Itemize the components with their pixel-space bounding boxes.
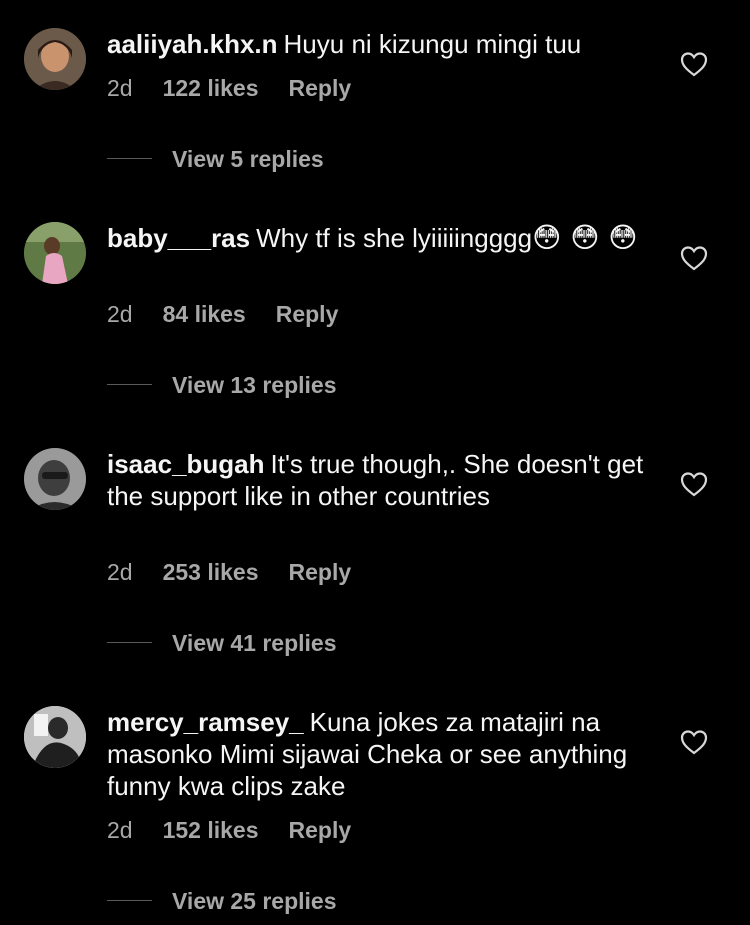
comment-timestamp: 2d [107,75,133,101]
heart-outline-icon[interactable] [680,245,708,271]
comment-likes-count[interactable]: 152 likes [163,817,259,843]
comment-emoji: 😳 😳 😳 [532,221,638,254]
comment-meta: 2d 122 likes Reply [107,75,351,102]
reply-button[interactable]: Reply [289,817,352,843]
comment-username[interactable]: baby___ras [107,223,250,253]
avatar-image [24,28,86,90]
comment-likes-count[interactable]: 122 likes [163,75,259,101]
comment-likes-count[interactable]: 253 likes [163,559,259,585]
comment-meta: 2d 152 likes Reply [107,817,351,844]
comment-meta: 2d 84 likes Reply [107,301,338,328]
avatar[interactable] [24,28,86,90]
divider-line [107,158,152,160]
comment-username[interactable]: aaliiyah.khx.n [107,29,278,59]
comment-timestamp: 2d [107,559,133,585]
divider-line [107,384,152,386]
comment-timestamp: 2d [107,817,133,843]
view-replies-label: View 5 replies [172,146,324,172]
view-replies-button[interactable]: View 13 replies [107,372,337,402]
divider-line [107,642,152,644]
view-replies-button[interactable]: View 25 replies [107,888,337,918]
view-replies-label: View 13 replies [172,372,337,398]
avatar-image [24,222,86,284]
comment-username[interactable]: isaac_bugah [107,449,265,479]
reply-button[interactable]: Reply [276,301,339,327]
avatar[interactable] [24,222,86,284]
reply-button[interactable]: Reply [289,559,352,585]
reply-button[interactable]: Reply [289,75,352,101]
comment-username[interactable]: mercy_ramsey_ [107,707,304,737]
view-replies-label: View 25 replies [172,888,337,914]
comment-text-block: baby___ras Why tf is she lyiiiiingggg😳 😳 … [107,222,647,254]
comment-timestamp: 2d [107,301,133,327]
comment-meta: 2d 253 likes Reply [107,559,351,586]
view-replies-label: View 41 replies [172,630,337,656]
divider-line [107,900,152,902]
view-replies-button[interactable]: View 5 replies [107,146,324,176]
view-replies-button[interactable]: View 41 replies [107,630,337,660]
heart-outline-icon[interactable] [680,471,708,497]
comment-text-block: isaac_bugah It's true though,. She doesn'… [107,448,647,512]
comment-text-block: mercy_ramsey_ Kuna jokes za matajiri na m… [107,706,647,802]
comment-body: Huyu ni kizungu mingi tuu [283,29,582,59]
comment-likes-count[interactable]: 84 likes [163,301,246,327]
comment-body: Why tf is she lyiiiiingggg [256,223,533,253]
avatar[interactable] [24,448,86,510]
avatar-image [24,448,86,510]
heart-outline-icon[interactable] [680,51,708,77]
comment-text-block: aaliiyah.khx.n Huyu ni kizungu mingi tuu [107,28,647,60]
avatar-image [24,706,86,768]
avatar[interactable] [24,706,86,768]
heart-outline-icon[interactable] [680,729,708,755]
